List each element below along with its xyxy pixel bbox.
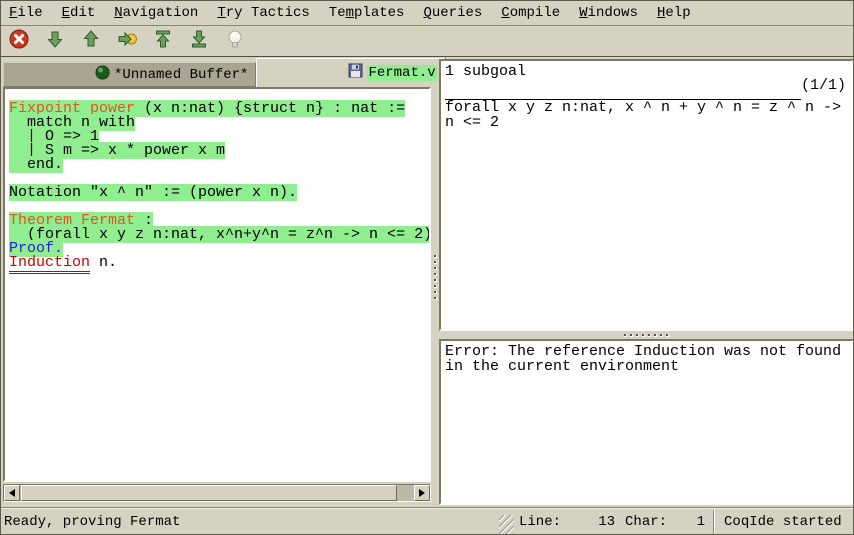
tab-label: Fermat.v [367, 65, 436, 81]
goal-text: forall x y z n:nat, x ^ n + y ^ n = z ^ … [445, 100, 848, 130]
goal-panel[interactable]: 1 subgoal (1/1) forall x y z n:nat, x ^ … [439, 59, 854, 331]
run-to-end-button[interactable] [187, 29, 211, 53]
menu-edit[interactable]: Edit [62, 5, 96, 21]
splitter-grip-icon [434, 255, 437, 303]
run-to-cursor-icon [116, 28, 138, 55]
menu-bar: File Edit Navigation Try Tactics Templates Qu… [1, 1, 853, 26]
horizontal-sash[interactable] [439, 331, 854, 339]
status-message: Ready, proving Fermat [1, 514, 499, 530]
tab-label: *Unnamed Buffer* [114, 67, 248, 83]
script-editor[interactable]: Fixpoint power (x n:nat) {struct n} : na… [3, 87, 431, 482]
menu-file[interactable]: File [9, 5, 43, 21]
left-arrow-icon [5, 489, 15, 497]
code-line: | S m => x * power x m [9, 144, 429, 158]
run-to-end-icon [188, 28, 210, 55]
run-to-cursor-button[interactable] [115, 29, 139, 53]
scroll-right-button[interactable] [414, 485, 430, 501]
ide-status: CoqIde started [713, 510, 853, 534]
proof-pane: 1 subgoal (1/1) forall x y z n:nat, x ^ … [439, 57, 854, 507]
menu-navigation[interactable]: Navigation [114, 5, 198, 21]
coqide-window: File Edit Navigation Try Tactics Templates Qu… [0, 0, 854, 535]
tab-unnamed-buffer[interactable]: *Unnamed Buffer* [3, 62, 256, 87]
tab-fermat-v[interactable]: Fermat.v [256, 58, 445, 87]
line-label: Line: [519, 514, 561, 530]
scrollbar-thumb[interactable] [21, 485, 397, 501]
lightbulb-button[interactable] [223, 29, 247, 53]
code-line: Induction n. [9, 256, 429, 270]
menu-templates[interactable]: Templates [329, 5, 405, 21]
goal-counter: (1/1) [801, 78, 846, 93]
char-value: 1 [667, 514, 705, 530]
text-line: in the current environment [445, 359, 848, 374]
error-text: Error: The reference Induction was not f… [445, 344, 848, 374]
right-arrow-icon [419, 489, 429, 497]
reset-icon [152, 28, 174, 55]
code-line: Notation "x ^ n" := (power x n). [9, 186, 429, 200]
menu-queries[interactable]: Queries [423, 5, 482, 21]
menu-compile[interactable]: Compile [501, 5, 560, 21]
code-line: (forall x y z n:nat, x^n+y^n = z^n -> n … [9, 228, 429, 242]
menu-help[interactable]: Help [657, 5, 691, 21]
horizontal-scrollbar[interactable] [3, 484, 431, 502]
buffer-tabs: *Unnamed Buffer* Fermat.v [3, 57, 446, 87]
char-label: Char: [625, 514, 667, 530]
script-pane: *Unnamed Buffer* Fermat.v Fixpoint power… [1, 57, 432, 507]
resize-grip-icon[interactable] [499, 515, 514, 535]
status-bar: Ready, proving Fermat Line: 13 Char: 1 C… [1, 507, 853, 535]
goal-header: 1 subgoal [445, 64, 848, 79]
vertical-splitter[interactable] [432, 57, 439, 507]
menu-windows[interactable]: Windows [579, 5, 638, 21]
message-panel[interactable]: Error: The reference Induction was not f… [439, 339, 854, 505]
lightbulb-icon [224, 28, 246, 55]
editor-text: Fixpoint power (x n:nat) {struct n} : na… [5, 89, 429, 270]
goal-separator: (1/1) [445, 79, 846, 100]
menu-try-tactics[interactable]: Try Tactics [217, 5, 309, 21]
text-line: n <= 2 [445, 115, 848, 130]
toolbar [1, 26, 853, 57]
line-value: 13 [561, 514, 615, 530]
reset-button[interactable] [151, 29, 175, 53]
text-line: Error: The reference Induction was not f… [445, 344, 848, 359]
code-line: end. [9, 158, 429, 172]
scroll-left-button[interactable] [4, 485, 20, 501]
text-line: forall x y z n:nat, x ^ n + y ^ n = z ^ … [445, 100, 848, 115]
